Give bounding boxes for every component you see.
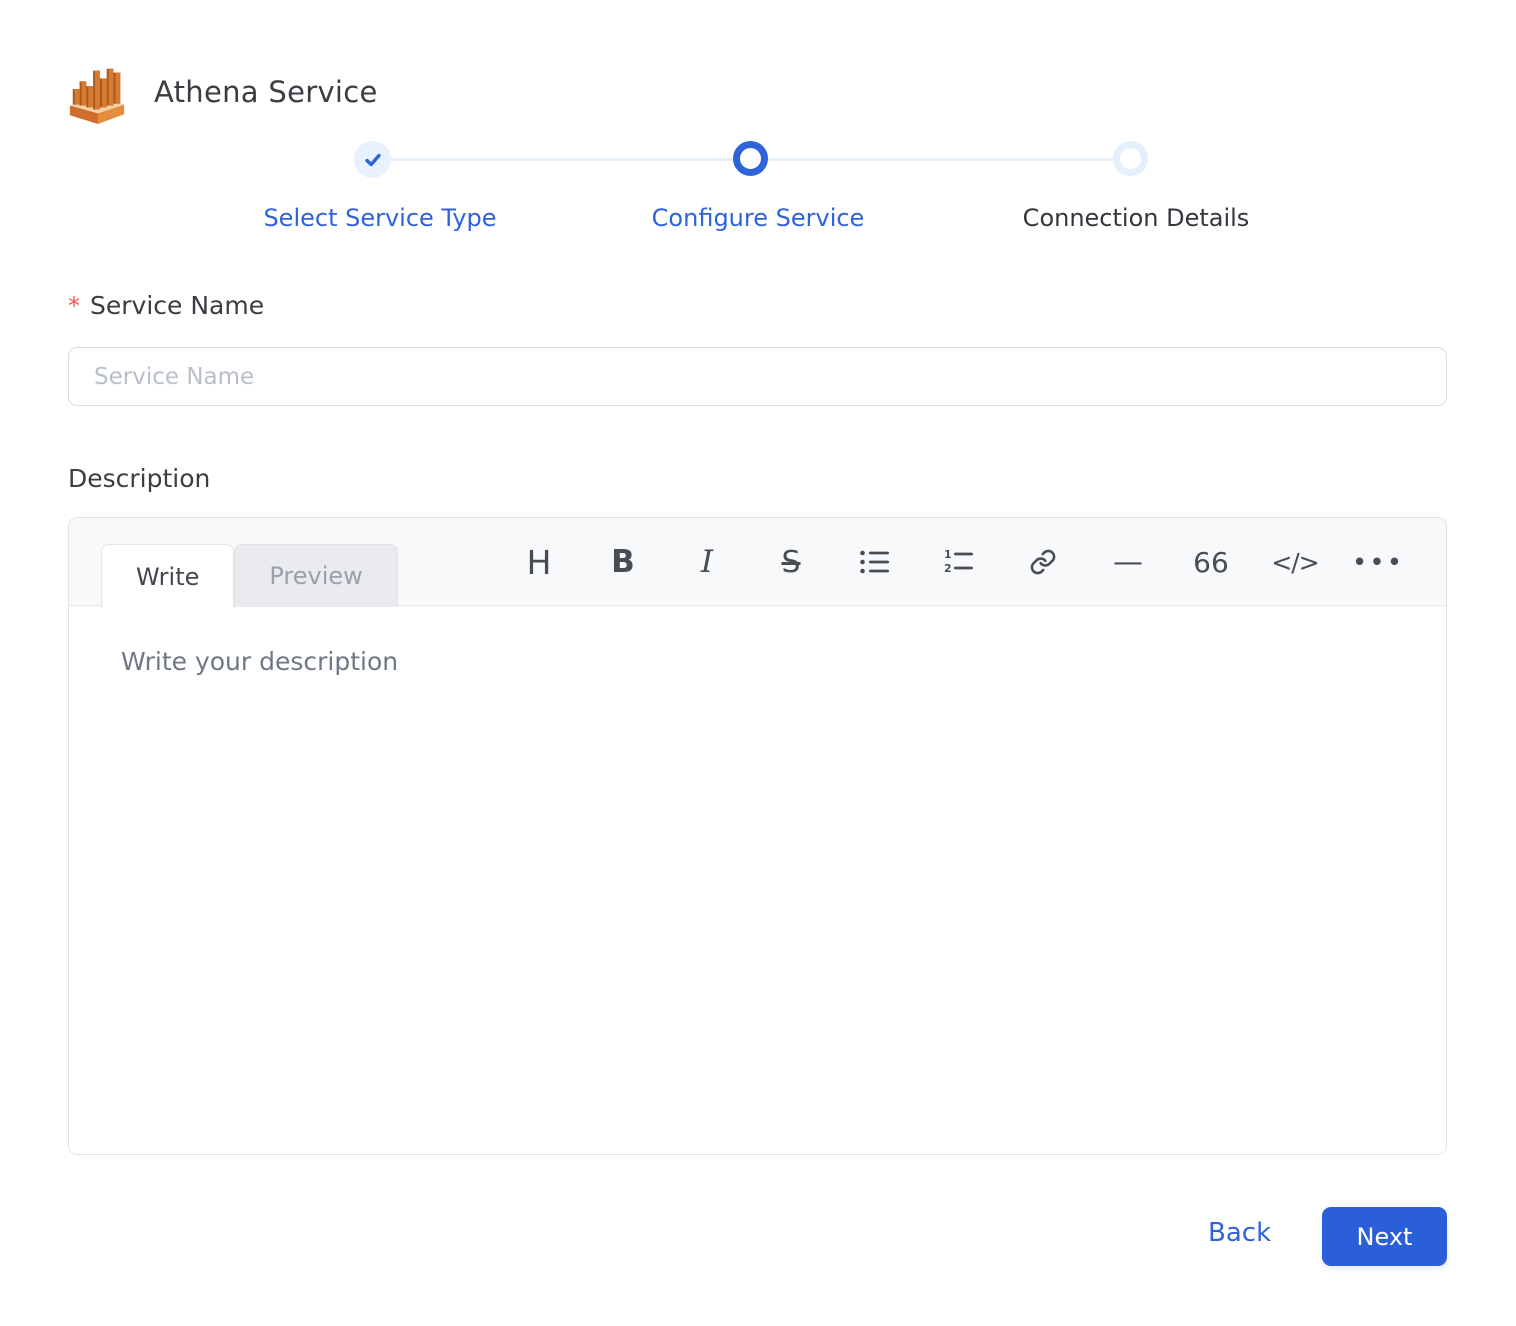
service-name-label-text: Service Name xyxy=(90,291,265,320)
editor-tabs: Write Preview xyxy=(101,544,398,608)
description-editor: Write Preview H B I S 1 2 — 66 </> ••• W… xyxy=(68,517,1447,1155)
step-label-connection-details[interactable]: Connection Details xyxy=(1023,204,1250,232)
link-icon[interactable] xyxy=(1001,518,1085,606)
description-label: Description xyxy=(68,464,211,493)
code-icon[interactable]: </> xyxy=(1253,518,1337,606)
unordered-list-icon[interactable] xyxy=(833,518,917,606)
step-label-configure-service[interactable]: Configure Service xyxy=(652,204,865,232)
italic-icon[interactable]: I xyxy=(665,518,749,606)
stepper: Select Service Type Configure Service Co… xyxy=(0,0,1516,250)
required-marker: * xyxy=(68,292,80,320)
heading-icon[interactable]: H xyxy=(497,518,581,606)
service-name-input[interactable] xyxy=(68,347,1447,406)
bold-icon[interactable]: B xyxy=(581,518,665,606)
svg-text:1: 1 xyxy=(944,549,952,561)
tab-write[interactable]: Write xyxy=(101,544,235,608)
step-label-select-service-type[interactable]: Select Service Type xyxy=(263,204,496,232)
editor-tools: H B I S 1 2 — 66 </> ••• xyxy=(497,518,1421,606)
horizontal-rule-icon[interactable]: — xyxy=(1085,518,1169,606)
next-button[interactable]: Next xyxy=(1322,1207,1447,1266)
tab-preview[interactable]: Preview xyxy=(234,544,398,607)
configure-service-page: Athena Service Select Service Type Confi… xyxy=(0,0,1516,1326)
back-button[interactable]: Back xyxy=(1196,1212,1283,1254)
step-active-indicator xyxy=(733,141,768,176)
check-icon xyxy=(364,153,381,166)
more-options-icon[interactable]: ••• xyxy=(1337,518,1421,606)
description-input[interactable] xyxy=(69,607,1446,1154)
strikethrough-icon[interactable]: S xyxy=(749,518,833,606)
step-pending-indicator xyxy=(1113,141,1148,176)
ordered-list-icon[interactable]: 1 2 xyxy=(917,518,1001,606)
step-completed-indicator xyxy=(354,141,391,178)
editor-body xyxy=(69,607,1446,1154)
quote-icon[interactable]: 66 xyxy=(1169,518,1253,606)
svg-text:2: 2 xyxy=(944,562,952,575)
editor-toolbar: Write Preview H B I S 1 2 — 66 </> ••• xyxy=(69,518,1446,608)
service-name-label: * Service Name xyxy=(68,291,264,320)
